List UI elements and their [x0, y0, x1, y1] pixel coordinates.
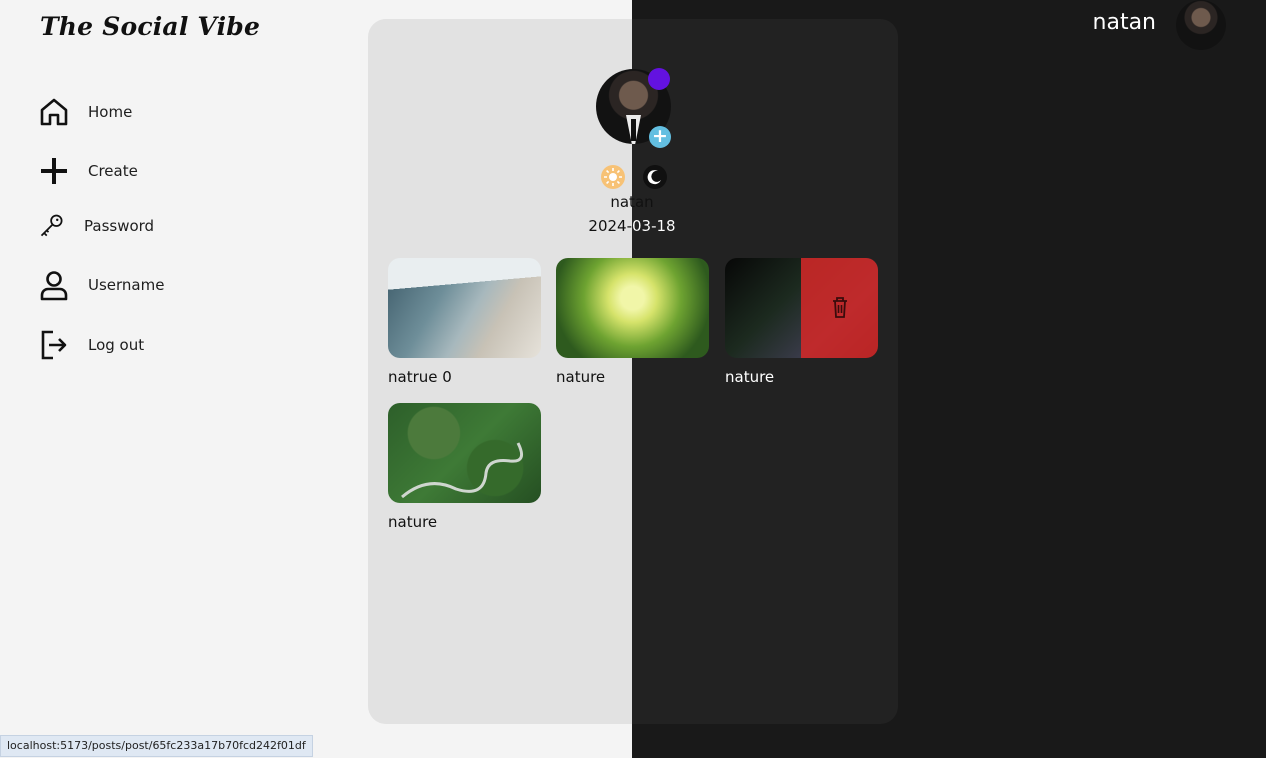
post-card[interactable]: nature — [556, 258, 709, 386]
plus-icon — [38, 155, 70, 187]
link-preview-url: localhost:5173/posts/post/65fc233a17b70f… — [0, 735, 313, 757]
home-icon — [38, 96, 70, 128]
sidebar-item-logout[interactable]: Log out — [38, 329, 144, 361]
sidebar-item-home[interactable]: Home — [38, 96, 132, 128]
post-caption: nature — [556, 368, 606, 386]
post-caption: natrue 0 — [388, 368, 452, 386]
sun-icon[interactable] — [601, 165, 625, 189]
post-caption: nature — [388, 513, 438, 531]
trash-icon[interactable] — [830, 295, 850, 319]
sidebar-item-create[interactable]: Create — [38, 155, 138, 187]
status-indicator — [648, 68, 670, 90]
logout-icon — [38, 329, 70, 361]
post-card[interactable]: nature — [388, 403, 541, 531]
sidebar-item-label: Create — [88, 162, 138, 180]
key-icon — [38, 212, 66, 240]
post-caption: nature — [725, 368, 775, 386]
profile-name: natan — [610, 193, 654, 211]
post-thumbnail[interactable] — [556, 258, 709, 358]
sidebar-item-label: Home — [88, 103, 133, 121]
moon-icon[interactable] — [643, 165, 667, 189]
sidebar-item-label: Log out — [88, 336, 145, 354]
profile-date: 2024-03-18 — [532, 217, 732, 235]
add-photo-button[interactable]: + — [649, 126, 671, 148]
sidebar-item-label: Username — [88, 276, 165, 294]
sidebar-item-password[interactable]: Password — [38, 212, 154, 240]
post-thumbnail[interactable] — [725, 258, 878, 358]
post-thumbnail[interactable] — [388, 258, 541, 358]
sidebar-item-username[interactable]: Username — [38, 269, 164, 301]
post-card[interactable]: nature — [725, 258, 878, 386]
post-thumbnail[interactable] — [388, 403, 541, 503]
topbar-username[interactable]: natan — [1060, 10, 1156, 35]
post-card[interactable]: natrue 0 — [388, 258, 541, 386]
sidebar-item-label: Password — [84, 217, 155, 235]
topbar-avatar[interactable] — [1176, 0, 1226, 50]
brand-logo[interactable]: The Social Vibe — [40, 12, 260, 41]
user-icon — [38, 269, 70, 301]
